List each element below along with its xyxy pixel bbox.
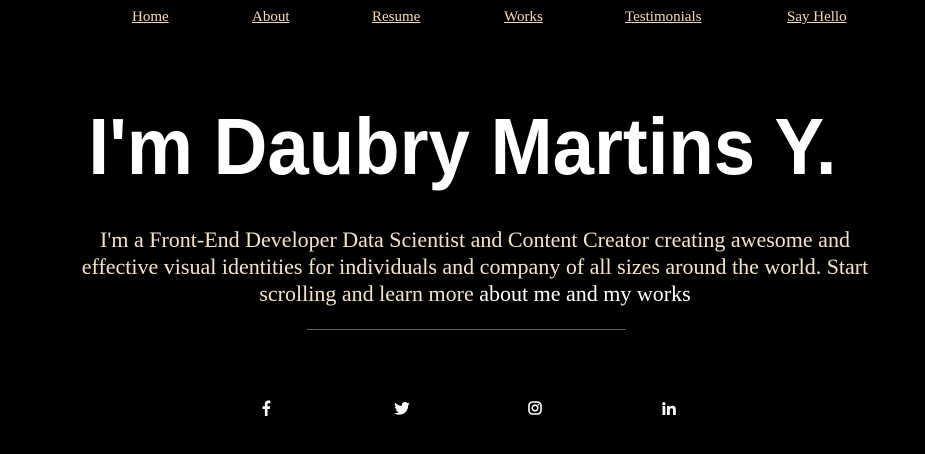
hero-divider xyxy=(307,329,626,330)
nav-link-testimonials[interactable]: Testimonials xyxy=(625,9,701,26)
linkedin-icon xyxy=(662,401,676,415)
social-links xyxy=(0,399,925,419)
nav-link-works[interactable]: Works xyxy=(504,9,543,26)
facebook-link[interactable] xyxy=(257,399,275,417)
twitter-icon xyxy=(394,401,410,415)
main-nav: Home About Resume Works Testimonials Say… xyxy=(0,9,925,29)
instagram-link[interactable] xyxy=(526,399,544,417)
hero-headline: I'm Daubry Martins Y. xyxy=(88,102,837,191)
nav-link-home[interactable]: Home xyxy=(132,9,169,26)
twitter-link[interactable] xyxy=(393,399,411,417)
instagram-icon xyxy=(528,401,542,415)
nav-link-about[interactable]: About xyxy=(252,9,290,26)
nav-link-resume[interactable]: Resume xyxy=(372,9,420,26)
facebook-icon xyxy=(261,400,271,416)
hero-intro-text-end: about me and my works xyxy=(473,281,691,306)
nav-link-say-hello[interactable]: Say Hello xyxy=(787,9,847,26)
linkedin-link[interactable] xyxy=(660,399,678,417)
hero-intro: I'm a Front-End Developer Data Scientist… xyxy=(75,226,875,307)
